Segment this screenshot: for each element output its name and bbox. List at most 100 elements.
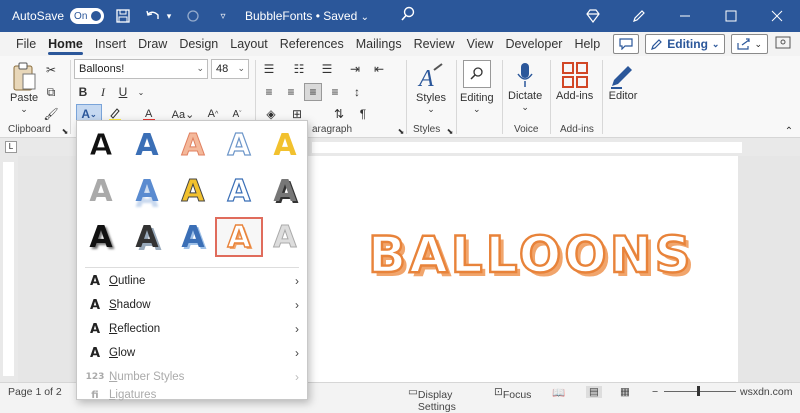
text-effect-preset[interactable]: A	[169, 217, 217, 257]
document-title[interactable]: BubbleFonts • Saved ⌄	[245, 9, 369, 23]
pen-icon[interactable]	[616, 5, 662, 27]
undo-icon[interactable]	[142, 5, 164, 27]
save-icon[interactable]	[112, 5, 134, 27]
tab-mailings[interactable]: Mailings	[350, 32, 408, 56]
editing-button[interactable]: Editing ⌄	[460, 60, 494, 115]
web-layout-icon[interactable]: ▦	[620, 386, 630, 398]
font-name-value: Balloons!	[79, 63, 125, 75]
outdent-icon[interactable]: ⇤	[370, 60, 388, 78]
shadow-menu-item[interactable]: A Shadow ›	[77, 293, 307, 317]
numbering-icon[interactable]: ☷	[290, 60, 308, 78]
tab-file[interactable]: File	[10, 32, 42, 56]
align-left-icon[interactable]: ≡	[260, 83, 278, 101]
document-text[interactable]: BALLOONS	[367, 225, 694, 285]
justify-icon[interactable]: ≡	[326, 83, 344, 101]
chevron-down-icon: ⌄	[196, 63, 204, 73]
text-effect-preset[interactable]: A	[123, 171, 171, 211]
undo-dropdown-icon[interactable]: ▾	[164, 5, 174, 27]
tab-home[interactable]: Home	[42, 32, 89, 56]
paragraph-group-label: aragraph	[312, 124, 353, 135]
focus-button[interactable]: ⊡ Focus	[494, 386, 531, 401]
premium-diamond-icon[interactable]	[570, 5, 616, 27]
tab-help[interactable]: Help	[568, 32, 606, 56]
zoom-out-icon[interactable]: −	[652, 386, 658, 398]
text-effect-preset[interactable]: A	[77, 217, 125, 257]
text-effect-preset[interactable]: A	[77, 125, 125, 165]
addins-button[interactable]: Add-ins	[556, 60, 593, 102]
comment-icon	[619, 38, 633, 50]
maximize-icon[interactable]	[708, 5, 754, 27]
copy-icon[interactable]: ⧉	[42, 83, 60, 101]
bold-icon[interactable]: B	[74, 83, 92, 101]
indent-icon[interactable]: ⇥	[346, 60, 364, 78]
close-icon[interactable]	[754, 5, 800, 27]
search-icon[interactable]	[400, 6, 416, 25]
text-effect-preset[interactable]: A	[169, 125, 217, 165]
zoom-slider[interactable]	[664, 391, 736, 392]
vertical-ruler[interactable]	[0, 156, 18, 382]
number-styles-menu-item[interactable]: 123 Number Styles ›	[77, 365, 307, 389]
font-size-select[interactable]: 48 ⌄	[211, 59, 249, 79]
minimize-icon[interactable]	[662, 5, 708, 27]
redo-icon[interactable]	[182, 5, 204, 27]
dictate-button[interactable]: Dictate ⌄	[508, 60, 542, 113]
read-mode-icon[interactable]: 📖	[552, 386, 565, 399]
tab-developer[interactable]: Developer	[499, 32, 568, 56]
autosave-toggle[interactable]: On	[70, 8, 105, 24]
text-effect-preset[interactable]: A	[215, 171, 263, 211]
ligatures-menu-item[interactable]: fi Ligatures	[77, 389, 307, 401]
text-effect-preset[interactable]: A	[261, 217, 309, 257]
comments-button[interactable]	[613, 34, 640, 54]
text-effect-preset[interactable]: A	[169, 171, 217, 211]
format-painter-icon[interactable]: 🖌	[42, 105, 60, 123]
page-count[interactable]: Page 1 of 2	[8, 386, 62, 398]
text-effect-preset[interactable]: A	[215, 125, 263, 165]
tab-review[interactable]: Review	[408, 32, 461, 56]
display-settings-button[interactable]: ▭ Display Settings	[408, 386, 456, 413]
outline-menu-item[interactable]: A Outline ›	[77, 269, 307, 293]
tab-selector-icon[interactable]: L	[5, 141, 17, 153]
reflection-menu-item[interactable]: A Reflection ›	[77, 317, 307, 341]
editing-mode-button[interactable]: Editing ⌄	[645, 34, 726, 54]
font-name-select[interactable]: Balloons! ⌄	[74, 59, 208, 79]
tab-references[interactable]: References	[274, 32, 350, 56]
text-effect-preset[interactable]: A	[123, 125, 171, 165]
customize-qat-icon[interactable]: ▿	[212, 5, 234, 27]
shadow-icon: A	[89, 297, 101, 313]
find-icon	[462, 60, 491, 88]
zoom-slider-thumb[interactable]	[697, 386, 700, 396]
italic-icon[interactable]: I	[94, 83, 112, 101]
align-right-icon[interactable]: ≡	[304, 83, 322, 101]
tab-insert[interactable]: Insert	[89, 32, 132, 56]
text-effect-preset[interactable]: A	[77, 171, 125, 211]
print-layout-icon[interactable]: ▤	[586, 386, 602, 398]
glow-menu-item[interactable]: A Glow ›	[77, 341, 307, 365]
font-size-value: 48	[216, 63, 229, 75]
styles-button[interactable]: A Styles ⌄	[416, 62, 446, 115]
show-marks-icon[interactable]: ¶	[354, 105, 372, 123]
text-effect-preset[interactable]: A	[123, 217, 171, 257]
editing-label: Editing	[460, 92, 494, 104]
paste-button[interactable]: Paste ⌄	[10, 62, 38, 115]
title-bar: AutoSave On ▾ ▿ BubbleFonts • Saved ⌄	[0, 0, 800, 32]
tab-design[interactable]: Design	[173, 32, 224, 56]
text-effect-preset[interactable]: A	[261, 125, 309, 165]
voice-group-label: Voice	[514, 124, 539, 135]
align-center-icon[interactable]: ≡	[282, 83, 300, 101]
line-spacing-icon[interactable]: ↕	[348, 83, 366, 101]
cut-icon[interactable]: ✂	[42, 61, 60, 79]
share-button[interactable]: ⌄	[731, 34, 768, 54]
tab-layout[interactable]: Layout	[224, 32, 274, 56]
text-effect-preset[interactable]: A	[261, 171, 309, 211]
sort-icon[interactable]: ⇅	[330, 105, 348, 123]
underline-dropdown-icon[interactable]: ⌄	[132, 83, 150, 101]
multilevel-list-icon[interactable]: ☰	[318, 60, 336, 78]
feedback-icon[interactable]	[774, 35, 792, 53]
tab-draw[interactable]: Draw	[132, 32, 173, 56]
text-effect-preset-selected[interactable]: A	[215, 217, 263, 257]
clipboard-icon	[13, 62, 36, 91]
editor-button[interactable]: Editor	[608, 60, 638, 102]
underline-icon[interactable]: U	[114, 83, 132, 101]
tab-view[interactable]: View	[461, 32, 500, 56]
bullets-icon[interactable]: ☰	[260, 60, 278, 78]
